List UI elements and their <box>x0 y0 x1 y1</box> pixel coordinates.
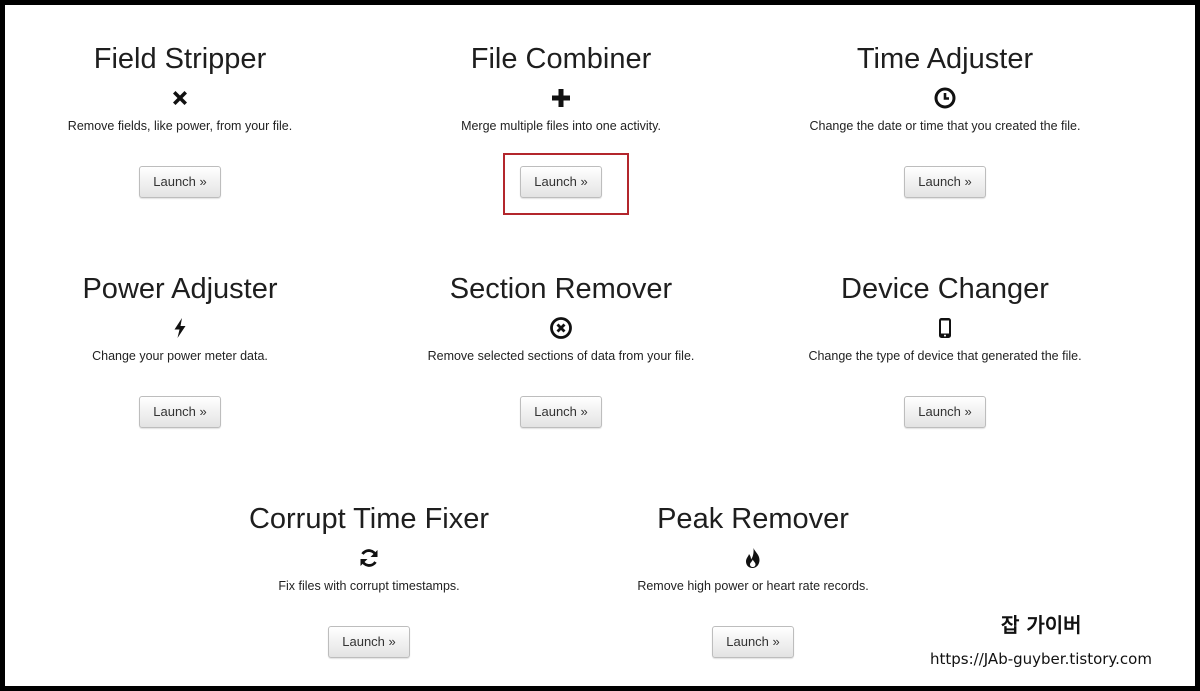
launch-button-corrupt-time-fixer[interactable]: Launch » <box>328 626 410 658</box>
tool-card-peak-remover: Peak Remover Remove high power or heart … <box>561 465 945 665</box>
tool-description: Change the date or time that you created… <box>809 119 1081 133</box>
lightning-icon <box>168 316 192 340</box>
launch-button-field-stripper[interactable]: Launch » <box>139 166 221 198</box>
launch-button-time-adjuster[interactable]: Launch » <box>904 166 986 198</box>
tool-card-time-adjuster: Time Adjuster Change the date or time th… <box>753 5 1137 205</box>
tool-title: Time Adjuster <box>856 43 1034 75</box>
tool-title: Device Changer <box>841 273 1049 305</box>
tool-title: Field Stripper <box>93 43 267 75</box>
tool-description: Merge multiple files into one activity. <box>461 119 661 133</box>
tool-card-device-changer: Device Changer Change the type of device… <box>753 235 1137 435</box>
plus-icon <box>549 86 573 110</box>
watermark-title: 잡 가이버 <box>1001 613 1082 637</box>
launch-button-section-remover[interactable]: Launch » <box>520 396 602 428</box>
tool-description: Change your power meter data. <box>92 349 268 363</box>
watermark-url: https://JAb-guyber.tistory.com <box>930 650 1152 668</box>
tool-card-corrupt-time-fixer: Corrupt Time Fixer Fix files with corrup… <box>177 465 561 665</box>
tool-description: Remove fields, like power, from your fil… <box>67 119 293 133</box>
mobile-device-icon <box>933 316 957 340</box>
fire-icon <box>741 546 765 570</box>
tool-title: Corrupt Time Fixer <box>248 503 490 535</box>
refresh-icon <box>357 546 381 570</box>
launch-button-peak-remover[interactable]: Launch » <box>712 626 794 658</box>
tool-description: Fix files with corrupt timestamps. <box>278 579 460 593</box>
tool-card-section-remover: Section Remover Remove selected sections… <box>369 235 753 435</box>
tool-title: Power Adjuster <box>82 273 278 305</box>
tool-description: Remove high power or heart rate records. <box>637 579 869 593</box>
tool-card-power-adjuster: Power Adjuster Change your power meter d… <box>5 235 372 435</box>
launch-button-device-changer[interactable]: Launch » <box>904 396 986 428</box>
tool-card-field-stripper: Field Stripper Remove fields, like power… <box>5 5 372 205</box>
launch-button-power-adjuster[interactable]: Launch » <box>139 396 221 428</box>
tool-title: File Combiner <box>470 43 652 75</box>
circle-x-icon <box>549 316 573 340</box>
tool-description: Change the type of device that generated… <box>808 349 1082 363</box>
highlight-box <box>503 153 629 215</box>
clock-icon <box>933 86 957 110</box>
close-icon <box>168 86 192 110</box>
tool-description: Remove selected sections of data from yo… <box>427 349 695 363</box>
tool-title: Peak Remover <box>657 503 849 535</box>
tools-page: Field Stripper Remove fields, like power… <box>5 5 1195 686</box>
tool-title: Section Remover <box>449 273 673 305</box>
